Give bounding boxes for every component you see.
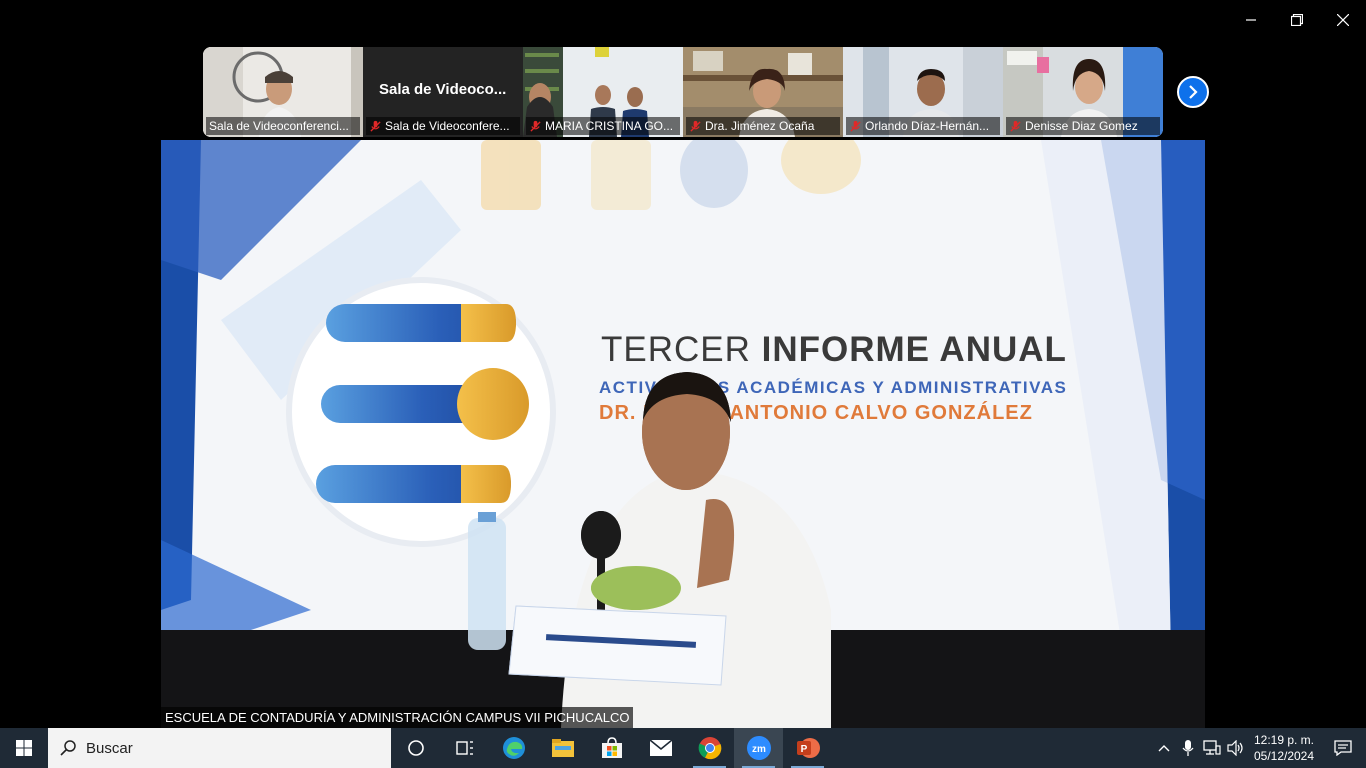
taskbar-clock[interactable]: 12:19 p. m. 05/12/2024 — [1248, 732, 1320, 764]
chevron-right-icon — [1189, 85, 1198, 99]
muted-mic-icon — [850, 120, 861, 132]
participant-tile[interactable]: MARIA CRISTINA GO... — [523, 47, 683, 137]
muted-mic-icon — [690, 120, 701, 132]
store-icon — [601, 737, 622, 758]
next-page-button[interactable] — [1177, 76, 1209, 108]
participant-name-label: Sala de Videoconfere... — [366, 117, 520, 135]
restore-button[interactable] — [1274, 0, 1320, 40]
participant-tile[interactable]: Orlando Díaz-Hernán... — [843, 47, 1003, 137]
participant-tile[interactable]: Sala de Videoconferenci... — [203, 47, 363, 137]
search-placeholder: Buscar — [86, 739, 133, 757]
start-button[interactable] — [0, 728, 48, 768]
participant-tile[interactable]: Sala de Videoco... Sala de Videoconfere.… — [363, 47, 523, 137]
minimize-button[interactable] — [1228, 0, 1274, 40]
participant-name-large: Sala de Videoco... — [379, 81, 507, 98]
muted-mic-icon — [1010, 120, 1021, 132]
banner-title: TERCER INFORME ANUAL — [601, 330, 1067, 369]
system-tray: 12:19 p. m. 05/12/2024 — [1152, 728, 1366, 768]
volume-icon — [1227, 740, 1243, 756]
edge-icon — [502, 737, 525, 759]
clock-time: 12:19 p. m. — [1253, 733, 1315, 747]
zoom-button[interactable]: zm — [734, 728, 783, 768]
windows-logo-icon — [16, 740, 32, 756]
notification-center-icon — [1334, 740, 1352, 756]
banner-person-name: DR. MARCO ANTONIO CALVO GONZÁLEZ — [599, 402, 1033, 424]
microphone-icon — [1182, 740, 1194, 756]
close-button[interactable] — [1320, 0, 1366, 40]
task-view-button[interactable] — [440, 728, 489, 768]
participant-name-label: Orlando Díaz-Hernán... — [846, 117, 1000, 135]
muted-mic-icon — [370, 120, 381, 132]
speaker-name-label: ESCUELA DE CONTADURÍA Y ADMINISTRACIÓN C… — [161, 707, 634, 728]
window-controls — [1228, 0, 1366, 40]
participant-tile[interactable]: Dra. Jiménez Ocaña — [683, 47, 843, 137]
chevron-up-icon — [1158, 745, 1170, 752]
mail-button[interactable] — [636, 728, 685, 768]
microphone-tray-button[interactable] — [1176, 728, 1200, 768]
participant-name-label: Denisse Diaz Gomez — [1006, 117, 1160, 135]
task-view-icon — [455, 741, 473, 755]
file-explorer-button[interactable] — [538, 728, 587, 768]
zoom-meeting-window: Sala de Videoconferenci... Sala de Video… — [0, 0, 1366, 768]
taskbar-search-box[interactable]: Buscar — [48, 728, 391, 768]
zoom-icon: zm — [746, 736, 771, 760]
close-icon — [1337, 14, 1349, 26]
volume-tray-button[interactable] — [1224, 728, 1248, 768]
chrome-icon — [698, 737, 721, 760]
clock-date: 05/12/2024 — [1253, 749, 1315, 763]
network-tray-button[interactable] — [1200, 728, 1224, 768]
participant-name-label: MARIA CRISTINA GO... — [526, 117, 680, 135]
notifications-button[interactable] — [1320, 728, 1366, 768]
powerpoint-button[interactable]: P — [783, 728, 832, 768]
cortana-icon — [407, 740, 424, 756]
show-hidden-icons-button[interactable] — [1152, 728, 1176, 768]
search-icon — [60, 740, 76, 756]
chrome-button[interactable] — [685, 728, 734, 768]
edge-button[interactable] — [489, 728, 538, 768]
svg-text:zm: zm — [752, 744, 766, 755]
participant-name-label: Dra. Jiménez Ocaña — [686, 117, 840, 135]
participant-strip: Sala de Videoconferenci... Sala de Video… — [203, 47, 1163, 137]
banner-subtitle: ACTIVIDADES ACADÉMICAS Y ADMINISTRATIVAS — [599, 378, 1068, 397]
mail-icon — [648, 739, 673, 756]
powerpoint-icon: P — [796, 738, 820, 758]
windows-taskbar: Buscar zm P 12:19 p. m. 05/12/2024 — [0, 728, 1366, 768]
file-explorer-icon — [551, 739, 574, 757]
network-icon — [1203, 740, 1221, 755]
participant-name-label: Sala de Videoconferenci... — [206, 117, 360, 135]
restore-icon — [1291, 14, 1303, 26]
store-button[interactable] — [587, 728, 636, 768]
minimize-icon — [1246, 19, 1256, 21]
muted-mic-icon — [530, 120, 541, 132]
main-video[interactable]: TERCER INFORME ANUAL ACTIVIDADES ACADÉMI… — [161, 140, 1205, 728]
participant-tile[interactable]: Denisse Diaz Gomez — [1003, 47, 1163, 137]
speaker-video-scene — [161, 140, 1205, 728]
cortana-button[interactable] — [391, 728, 440, 768]
svg-text:P: P — [800, 744, 807, 755]
